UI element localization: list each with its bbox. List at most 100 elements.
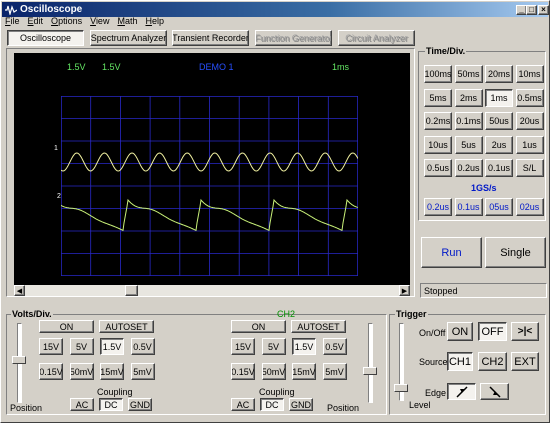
- menu-bar: File Edit Options View Math Help: [5, 16, 172, 28]
- trigger-source-ch2[interactable]: CH2: [478, 352, 507, 371]
- ch1-coupling-gnd[interactable]: GND: [128, 398, 152, 411]
- menu-options[interactable]: Options: [51, 16, 82, 28]
- rising-edge-icon[interactable]: [447, 383, 476, 400]
- falling-edge-icon[interactable]: [480, 383, 509, 400]
- maximize-icon[interactable]: □: [526, 5, 537, 15]
- timediv-button-10us[interactable]: 10us: [424, 135, 452, 154]
- single-button[interactable]: Single: [485, 237, 546, 268]
- timediv-button-2us[interactable]: 2us: [485, 135, 513, 154]
- ch2-position-thumb[interactable]: [363, 367, 377, 375]
- trace1-marker: 1: [54, 145, 58, 152]
- ch1-volts-button-15v[interactable]: 15V: [39, 338, 63, 355]
- timediv-button-20ms[interactable]: 20ms: [485, 65, 513, 83]
- ch1-autoset-button[interactable]: AUTOSET: [99, 320, 154, 333]
- ch2-coupling-gnd[interactable]: GND: [289, 398, 313, 411]
- ch1-on-button[interactable]: ON: [39, 320, 94, 333]
- ch1-volts-button-15mv[interactable]: 15mV: [100, 363, 124, 380]
- window-title: Oscilloscope: [20, 4, 83, 15]
- timediv-button-50ms[interactable]: 50ms: [454, 65, 483, 83]
- ch1-coupling-dc[interactable]: DC: [99, 398, 123, 411]
- timediv-button-sl[interactable]: S/L: [515, 159, 544, 177]
- ch1-volts-button-5mv[interactable]: 5mV: [130, 363, 155, 380]
- ch1-volts-button-0p5v[interactable]: 0.5V: [130, 338, 155, 355]
- ch2-volts-button-1p5v[interactable]: 1.5V: [292, 338, 316, 355]
- fast-timediv-button-0[interactable]: 0.2us: [424, 198, 452, 216]
- ch1-volts-button-50mv[interactable]: 50mV: [69, 363, 94, 380]
- ch1-coupling-ac[interactable]: AC: [70, 398, 94, 411]
- trigger-title: Trigger: [395, 309, 428, 319]
- trigger-onoff-label: On/Off: [419, 328, 446, 338]
- tab-circuit-analyzer[interactable]: Circuit Analyzer: [338, 30, 415, 46]
- ch1-position-label: Position: [10, 403, 43, 413]
- scope-display: 1.5V 1.5V DEMO 1 1ms 1 2: [14, 53, 410, 285]
- ch2-autoset-button[interactable]: AUTOSET: [291, 320, 346, 333]
- timediv-button-20us[interactable]: 20us: [515, 112, 544, 130]
- ch2-volts-button-0p5v[interactable]: 0.5V: [322, 338, 347, 355]
- timediv-button-10ms[interactable]: 10ms: [515, 65, 544, 83]
- ch1-volts-button-1p5v[interactable]: 1.5V: [100, 338, 124, 355]
- tab-spectrum-analyzer[interactable]: Spectrum Analyzer: [90, 30, 167, 46]
- timediv-button-01us[interactable]: 0.1us: [485, 159, 513, 177]
- menu-math[interactable]: Math: [117, 16, 137, 28]
- menu-view[interactable]: View: [90, 16, 109, 28]
- volts-div-title: Volts/Div.: [11, 309, 53, 319]
- oscilloscope-app-icon: [5, 4, 18, 16]
- close-icon[interactable]: ×: [538, 5, 549, 15]
- fast-timediv-button-1[interactable]: 0.1us: [454, 198, 483, 216]
- tab-function-generator[interactable]: Function Generator: [255, 30, 332, 46]
- ch2-volts-button-0p15v[interactable]: 0.15V: [231, 363, 255, 380]
- timediv-button-2ms[interactable]: 2ms: [454, 88, 483, 107]
- ch2-volts-button-15mv[interactable]: 15mV: [292, 363, 316, 380]
- ch1-volts-button-5v[interactable]: 5V: [69, 338, 94, 355]
- trigger-level-thumb[interactable]: [394, 384, 408, 392]
- ch2-volts-button-5v[interactable]: 5V: [261, 338, 286, 355]
- ch2-title: CH2: [277, 309, 296, 319]
- fast-timediv-button-3[interactable]: 02us: [515, 198, 544, 216]
- menu-file[interactable]: File: [5, 16, 20, 28]
- timediv-button-1us[interactable]: 1us: [515, 135, 544, 154]
- fast-timediv-button-2[interactable]: 05us: [485, 198, 513, 216]
- status-box: Stopped: [420, 283, 547, 298]
- trigger-toggle-button[interactable]: >|<: [511, 322, 539, 341]
- ch2-volts-button-50mv[interactable]: 50mV: [261, 363, 286, 380]
- timebase-readout: 1ms: [332, 62, 350, 72]
- timediv-button-05ms[interactable]: 0.5ms: [515, 88, 544, 107]
- oscilloscope-window: Oscilloscope _ □ × File Edit Options Vie…: [0, 0, 550, 423]
- scroll-right-icon[interactable]: ▶: [399, 285, 410, 296]
- menu-help[interactable]: Help: [145, 16, 164, 28]
- ch2-on-button[interactable]: ON: [231, 320, 286, 333]
- trigger-on-button[interactable]: ON: [447, 322, 473, 341]
- scroll-thumb[interactable]: [125, 285, 138, 296]
- trigger-source-ext[interactable]: EXT: [511, 352, 539, 371]
- trigger-source-ch1[interactable]: CH1: [447, 352, 473, 371]
- timediv-button-5ms[interactable]: 5ms: [424, 88, 452, 107]
- timediv-button-1ms[interactable]: 1ms: [485, 88, 513, 107]
- ch2-volts-readout: 1.5V: [102, 62, 121, 72]
- ch2-coupling-dc[interactable]: DC: [260, 398, 284, 411]
- scroll-left-icon[interactable]: ◀: [14, 285, 25, 296]
- ch2-coupling-label: Coupling: [259, 387, 295, 397]
- ch2-coupling-ac[interactable]: AC: [231, 398, 255, 411]
- tab-transient-recorder[interactable]: Transient Recorder: [172, 30, 249, 46]
- timediv-button-05us[interactable]: 0.5us: [424, 159, 452, 177]
- title-bar: Oscilloscope _ □ ×: [2, 2, 549, 17]
- horizontal-scrollbar[interactable]: ◀ ▶: [14, 285, 410, 296]
- ch2-position-track[interactable]: [368, 323, 373, 403]
- status-text: Stopped: [424, 286, 458, 296]
- run-button[interactable]: Run: [421, 237, 482, 268]
- timediv-title: Time/Div.: [425, 46, 467, 56]
- menu-edit[interactable]: Edit: [28, 16, 44, 28]
- ch2-volts-button-5mv[interactable]: 5mV: [322, 363, 347, 380]
- timediv-button-01ms[interactable]: 0.1ms: [454, 112, 483, 130]
- timediv-button-02us[interactable]: 0.2us: [454, 159, 483, 177]
- trigger-level-label: Level: [409, 400, 431, 410]
- ch1-volts-button-0p15v[interactable]: 0.15V: [39, 363, 63, 380]
- ch2-volts-button-15v[interactable]: 15V: [231, 338, 255, 355]
- trigger-off-button[interactable]: OFF: [478, 322, 507, 341]
- timediv-button-5us[interactable]: 5us: [454, 135, 483, 154]
- tab-oscilloscope[interactable]: Oscilloscope: [7, 30, 84, 46]
- ch1-position-thumb[interactable]: [12, 356, 26, 364]
- timediv-button-02ms[interactable]: 0.2ms: [424, 112, 452, 130]
- timediv-button-100ms[interactable]: 100ms: [424, 65, 452, 83]
- timediv-button-50us[interactable]: 50us: [485, 112, 513, 130]
